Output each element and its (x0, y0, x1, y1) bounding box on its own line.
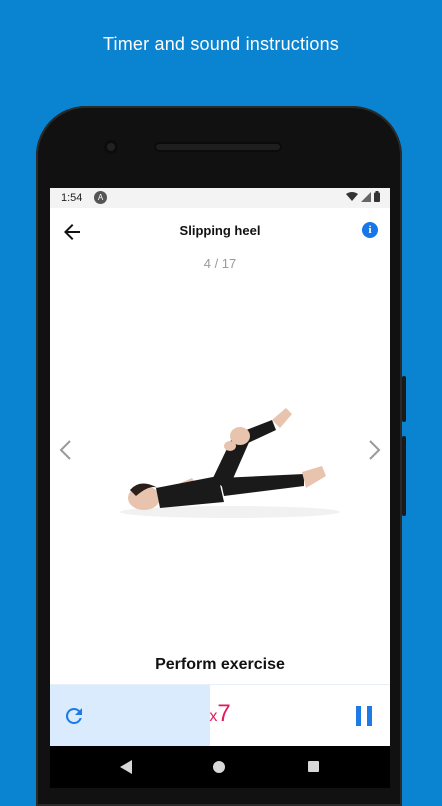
promo-caption: Timer and sound instructions (102, 34, 340, 54)
status-time: 1:54 (61, 192, 83, 204)
pause-icon-bar (367, 706, 372, 726)
status-icons (346, 191, 380, 202)
power-button (402, 436, 406, 516)
earpiece-speaker (154, 142, 282, 152)
front-camera (104, 140, 118, 154)
exercise-controls: x7 (50, 684, 390, 747)
reps-indicator: x7 (50, 700, 390, 728)
reps-count: 7 (217, 700, 231, 727)
wifi-icon (346, 191, 358, 201)
notification-app-icon: A (94, 191, 107, 204)
exercise-illustration (120, 408, 340, 518)
info-icon[interactable]: i (362, 222, 378, 238)
nav-home-icon[interactable] (213, 761, 225, 773)
status-bar: 1:54 A (50, 188, 390, 208)
phase-label: Perform exercise (155, 656, 285, 673)
battery-icon (374, 191, 380, 202)
chevron-right-icon[interactable] (364, 438, 384, 462)
phone-frame: 1:54 A Slipping heel i 4 / 17 Perform ex… (36, 106, 406, 806)
signal-icon (361, 191, 371, 202)
nav-back-icon[interactable] (120, 760, 132, 774)
volume-button (402, 376, 406, 422)
chevron-left-icon[interactable] (56, 438, 76, 462)
pause-icon (356, 706, 361, 726)
nav-recent-icon[interactable] (308, 761, 319, 772)
app-screen: 1:54 A Slipping heel i 4 / 17 Perform ex… (50, 188, 390, 788)
pause-button[interactable] (356, 706, 374, 726)
android-nav-bar (50, 746, 390, 788)
exercise-counter: 4 / 17 (203, 256, 237, 271)
app-bar: Slipping heel i (50, 208, 390, 254)
exercise-title: Slipping heel (179, 223, 261, 238)
